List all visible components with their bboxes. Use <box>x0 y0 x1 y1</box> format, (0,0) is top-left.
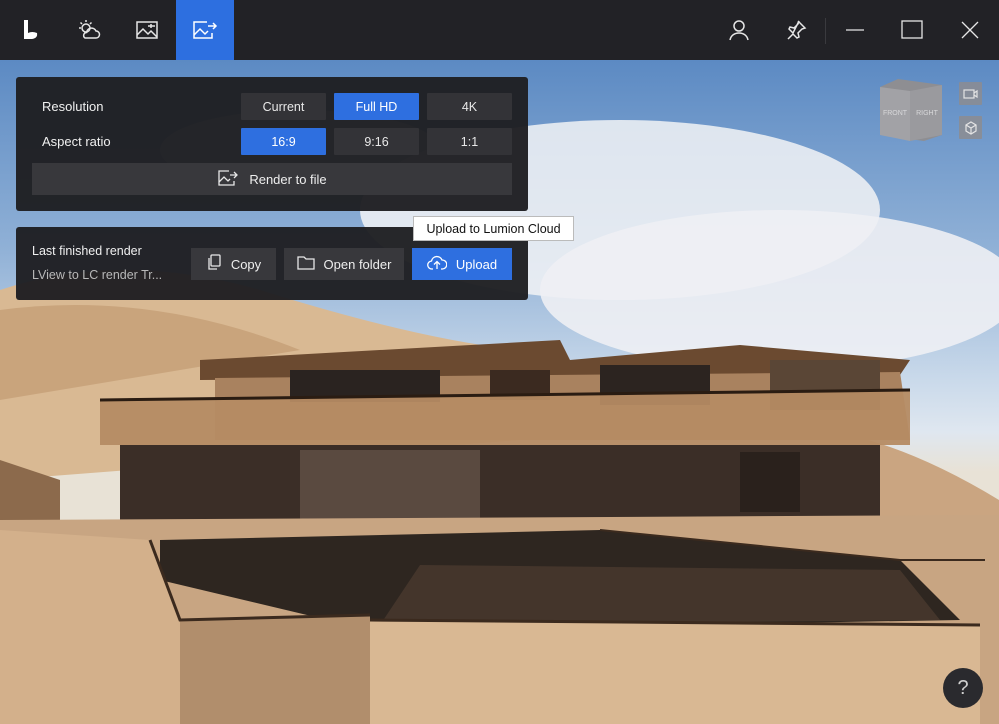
render-settings-panel: Resolution Current Full HD 4K Aspect rat… <box>16 77 528 211</box>
camera-icon[interactable] <box>959 82 982 105</box>
aspect-ratio-label: Aspect ratio <box>42 134 111 149</box>
user-icon[interactable] <box>713 0 765 60</box>
close-icon[interactable] <box>946 0 994 60</box>
title-separator <box>825 18 826 44</box>
cube-front-label: FRONT <box>883 110 908 117</box>
maximize-icon[interactable] <box>888 0 936 60</box>
aspect-option-16-9[interactable]: 16:9 <box>241 128 326 155</box>
render-to-file-button[interactable]: Render to file <box>32 163 512 195</box>
aspect-option-1-1[interactable]: 1:1 <box>427 128 512 155</box>
open-folder-label: Open folder <box>323 256 392 272</box>
last-render-title: Last finished render <box>32 244 142 258</box>
resolution-label: Resolution <box>42 99 104 114</box>
upload-tooltip: Upload to Lumion Cloud <box>413 216 574 241</box>
image-settings-icon[interactable] <box>118 0 176 60</box>
folder-icon <box>296 255 315 273</box>
weather-icon[interactable] <box>60 0 118 60</box>
pin-icon[interactable] <box>770 0 822 60</box>
resolution-option-4k[interactable]: 4K <box>427 93 512 120</box>
upload-label: Upload <box>455 256 498 272</box>
help-button[interactable]: ? <box>943 668 983 708</box>
last-render-filename: LView to LC render Tr... <box>32 268 163 282</box>
cloud-upload-icon <box>426 255 448 273</box>
copy-label: Copy <box>230 256 262 272</box>
upload-button[interactable]: Upload <box>412 248 512 280</box>
lumion-logo-icon[interactable] <box>0 0 60 60</box>
copy-icon <box>206 254 222 274</box>
resolution-option-current[interactable]: Current <box>241 93 326 120</box>
render-export-icon <box>217 169 239 190</box>
navigation-cube[interactable]: FRONT RIGHT <box>876 77 946 148</box>
render-to-file-label: Render to file <box>249 171 327 187</box>
copy-button[interactable]: Copy <box>191 248 276 280</box>
minimize-icon[interactable] <box>831 0 879 60</box>
aspect-option-9-16[interactable]: 9:16 <box>334 128 419 155</box>
render-export-icon[interactable] <box>176 0 234 60</box>
cube-view-icon[interactable] <box>959 116 982 139</box>
cube-right-label: RIGHT <box>916 110 939 117</box>
resolution-option-full-hd[interactable]: Full HD <box>334 93 419 120</box>
title-bar <box>0 0 999 61</box>
open-folder-button[interactable]: Open folder <box>284 248 404 280</box>
